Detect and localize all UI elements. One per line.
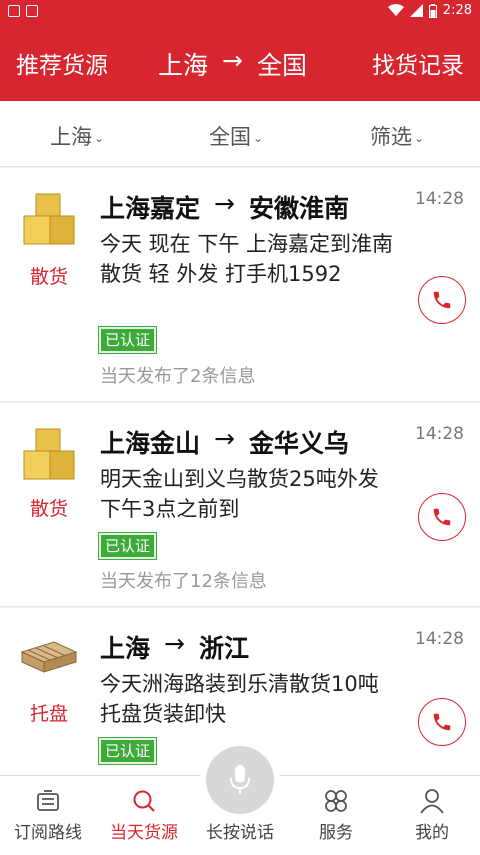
listing-route: 上海金山 → 金华义乌 bbox=[100, 424, 349, 460]
route-from: 上海 bbox=[158, 51, 209, 80]
verified-badge: 已认证 bbox=[97, 737, 158, 765]
chevron-down-icon: ⌄ bbox=[414, 131, 425, 145]
wifi-icon bbox=[387, 4, 404, 16]
verified-badge: 已认证 bbox=[97, 326, 158, 354]
listing-description: 明天金山到义乌散货25吨外发 下午3点之前到 bbox=[100, 467, 379, 521]
filter-destination-label: 全国 bbox=[209, 125, 251, 149]
listing-from: 上海 bbox=[100, 634, 151, 663]
route-to: 全国 bbox=[256, 51, 307, 80]
clock: 2:28 bbox=[442, 3, 472, 18]
route-arrow: → bbox=[222, 46, 243, 75]
search-icon bbox=[133, 790, 155, 812]
tab-label: 当天货源 bbox=[110, 823, 178, 843]
listing-time: 14:28 bbox=[415, 189, 464, 209]
filter-origin[interactable]: 上海 ⌄ bbox=[50, 121, 104, 151]
microphone-icon bbox=[230, 765, 250, 794]
list-item[interactable]: 散货 上海嘉定 → 安徽淮南 14:28 今天 现在 下午 上海嘉定到淮南散货 … bbox=[0, 168, 480, 402]
recommended-sources-button[interactable]: 推荐货源 bbox=[16, 46, 108, 80]
listing-route: 上海嘉定 → 安徽淮南 bbox=[100, 189, 349, 225]
listing-time: 14:28 bbox=[415, 424, 464, 444]
signal-icon bbox=[409, 4, 423, 17]
notification-icon bbox=[8, 5, 20, 17]
listing-from: 上海金山 bbox=[100, 429, 201, 458]
route-arrow: → bbox=[214, 189, 235, 218]
phone-icon bbox=[433, 291, 451, 309]
publish-count: 当天发布了12条信息 bbox=[100, 571, 267, 592]
search-history-button[interactable]: 找货记录 bbox=[372, 46, 464, 80]
user-icon bbox=[420, 789, 444, 814]
route-arrow: → bbox=[164, 629, 185, 658]
tab-today-sources[interactable]: 当天货源 bbox=[96, 788, 192, 843]
cargo-type-label: 托盘 bbox=[29, 703, 68, 725]
chevron-down-icon: ⌄ bbox=[94, 131, 105, 145]
call-button[interactable] bbox=[418, 493, 466, 541]
voice-input-button[interactable] bbox=[206, 746, 274, 814]
listing-route: 上海 → 浙江 bbox=[100, 629, 249, 665]
app-header: 推荐货源 上海 → 全国 找货记录 bbox=[0, 24, 480, 101]
listing-description: 今天 现在 下午 上海嘉定到淮南散货 轻 外发 打手机1592 bbox=[100, 232, 394, 286]
filter-bar: 上海 ⌄ 全国 ⌄ 筛选 ⌄ bbox=[0, 101, 480, 167]
subscribe-icon bbox=[37, 790, 59, 811]
tab-label: 订阅路线 bbox=[14, 823, 82, 843]
grid-icon bbox=[325, 790, 347, 812]
listing-from: 上海嘉定 bbox=[100, 194, 201, 223]
filter-destination[interactable]: 全国 ⌄ bbox=[209, 121, 263, 151]
tab-label: 我的 bbox=[415, 823, 449, 843]
tab-subscribe-routes[interactable]: 订阅路线 bbox=[0, 788, 96, 843]
listing-to: 安徽淮南 bbox=[248, 194, 349, 223]
listing-to: 浙江 bbox=[198, 634, 249, 663]
phone-icon bbox=[433, 713, 451, 731]
status-bar: 2:28 bbox=[0, 0, 480, 24]
filter-origin-label: 上海 bbox=[50, 125, 92, 149]
filter-more[interactable]: 筛选 ⌄ bbox=[370, 121, 424, 151]
filter-more-label: 筛选 bbox=[370, 125, 412, 149]
cargo-type-label: 散货 bbox=[29, 498, 68, 520]
route-selector[interactable]: 上海 → 全国 bbox=[158, 46, 307, 82]
tab-profile[interactable]: 我的 bbox=[384, 788, 480, 843]
chevron-down-icon: ⌄ bbox=[253, 131, 264, 145]
tab-label: 长按说话 bbox=[206, 823, 274, 843]
pallet-icon bbox=[20, 641, 78, 673]
tab-services[interactable]: 服务 bbox=[288, 788, 384, 843]
phone-icon bbox=[433, 508, 451, 526]
call-button[interactable] bbox=[418, 276, 466, 324]
route-arrow: → bbox=[214, 424, 235, 453]
listing-time: 14:28 bbox=[415, 629, 464, 649]
listing-description: 今天洲海路装到乐清散货10吨 托盘货装卸快 bbox=[100, 672, 379, 726]
verified-badge: 已认证 bbox=[97, 532, 158, 560]
list-item[interactable]: 散货 上海金山 → 金华义乌 14:28 明天金山到义乌散货25吨外发 下午3点… bbox=[0, 403, 480, 607]
listing-to: 金华义乌 bbox=[248, 429, 349, 458]
call-button[interactable] bbox=[418, 698, 466, 746]
cargo-type-label: 散货 bbox=[29, 266, 68, 288]
notification-icon bbox=[26, 5, 38, 17]
battery-icon bbox=[428, 3, 437, 18]
boxes-icon bbox=[23, 428, 75, 480]
tab-label: 服务 bbox=[319, 823, 353, 843]
boxes-icon bbox=[23, 193, 75, 245]
publish-count: 当天发布了2条信息 bbox=[100, 366, 256, 387]
